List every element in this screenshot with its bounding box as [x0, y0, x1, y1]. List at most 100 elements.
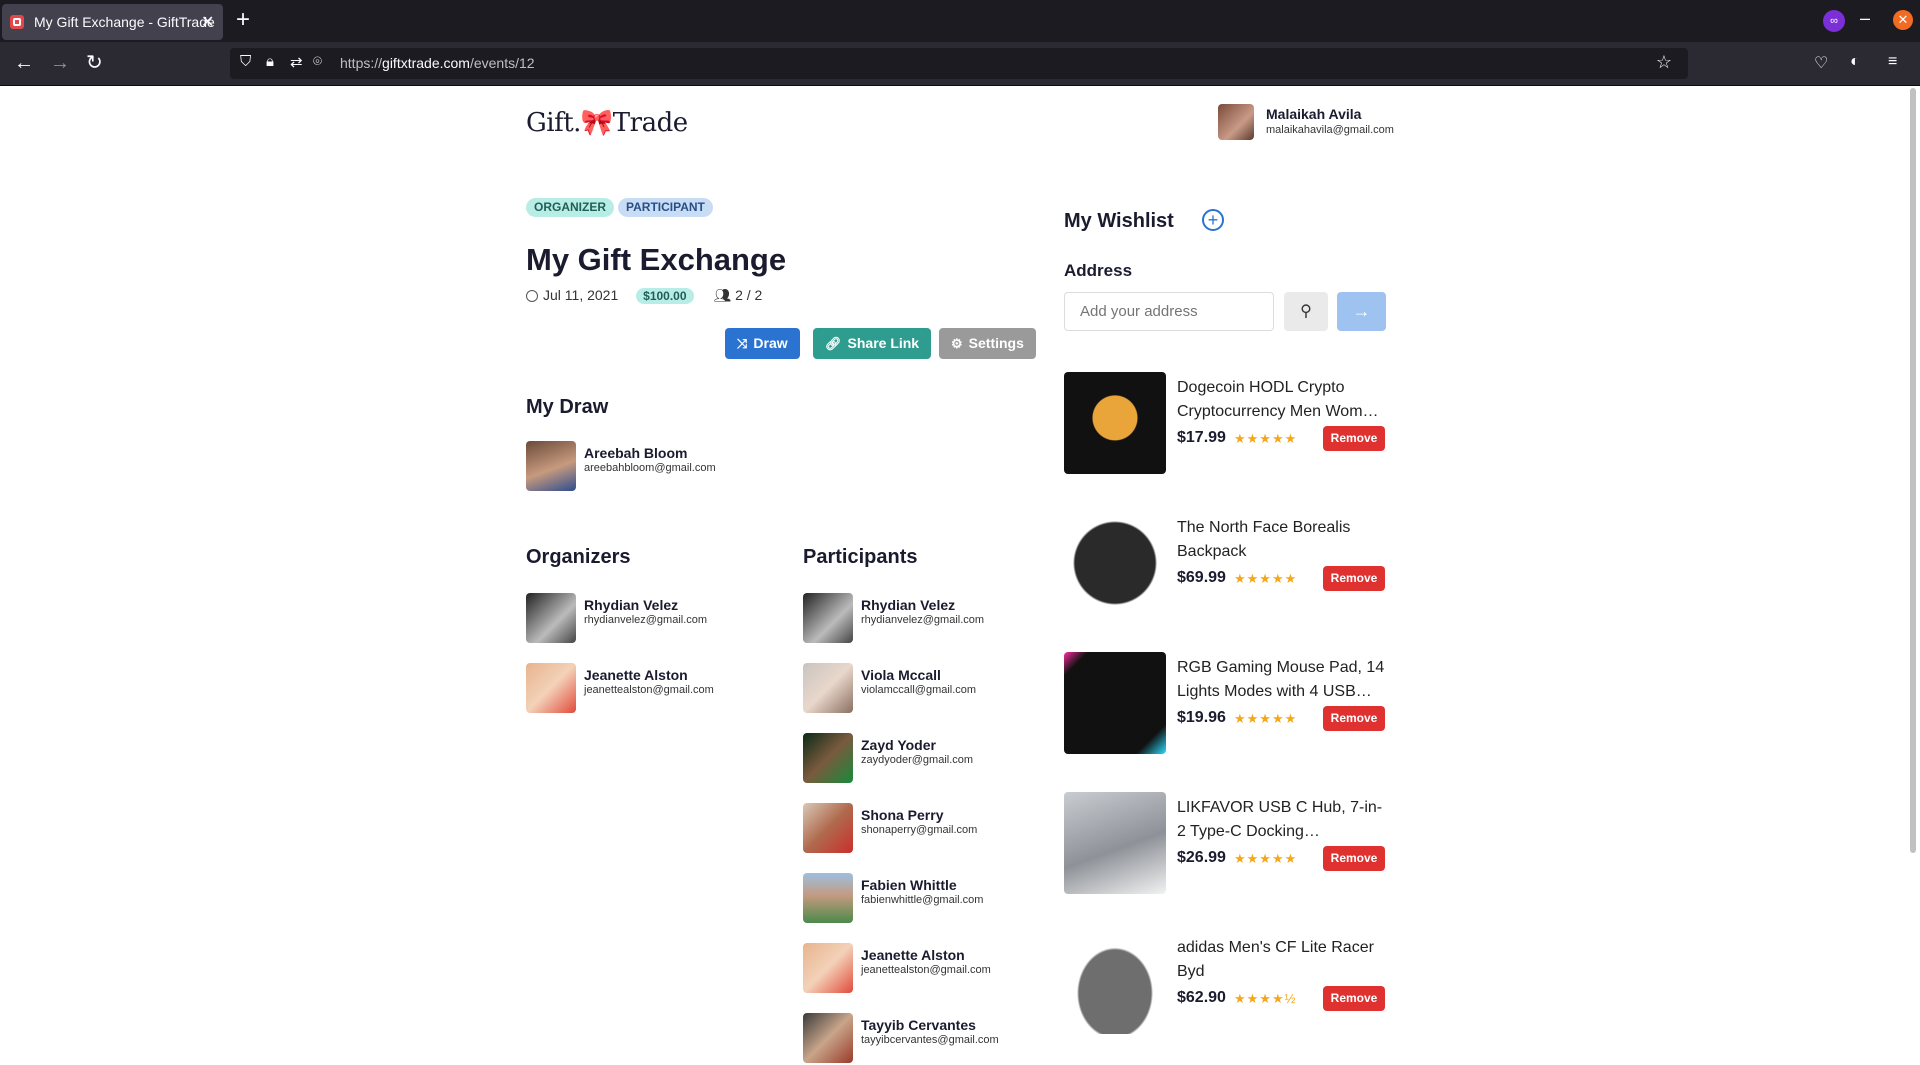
minimize-window-icon[interactable]: –	[1860, 8, 1870, 29]
person-email: jeanettealston@gmail.com	[861, 964, 991, 976]
bookmark-star-icon[interactable]: ☆	[1656, 52, 1672, 73]
product-image[interactable]	[1064, 512, 1166, 614]
remove-button[interactable]: Remove	[1323, 846, 1385, 871]
person-email: rhydianvelez@gmail.com	[861, 614, 985, 626]
submit-address-button[interactable]: →	[1337, 292, 1386, 331]
wishlist-item[interactable]: LIKFAVOR USB C Hub, 7-in-2 Type-C Dockin…	[1064, 792, 1386, 896]
reload-icon[interactable]: ↻	[86, 51, 103, 75]
wishlist-item[interactable]: Dogecoin HODL Crypto Cryptocurrency Men …	[1064, 372, 1386, 476]
product-image[interactable]	[1064, 792, 1166, 894]
person-email: fabienwhittle@gmail.com	[861, 894, 984, 906]
item-price: $26.99	[1177, 849, 1226, 866]
remove-button[interactable]: Remove	[1323, 986, 1385, 1011]
person-name: Rhydian Velez	[861, 597, 956, 613]
person-email: tayyibcervantes@gmail.com	[861, 1034, 999, 1046]
pocket-icon[interactable]: ♡	[1814, 53, 1828, 73]
wishlist-item[interactable]: The North Face Borealis Backpack $69.99 …	[1064, 512, 1386, 616]
shuffle-icon: ⤨	[737, 336, 748, 351]
draw-person[interactable]: Areebah Bloom areebahbloom@gmail.com	[526, 441, 786, 493]
avatar	[803, 733, 853, 783]
share-label: Share Link	[847, 335, 920, 351]
permissions-icon[interactable]: ⇄	[290, 53, 303, 71]
user-email: malaikahavila@gmail.com	[1266, 124, 1394, 136]
item-price: $62.90	[1177, 989, 1226, 1006]
user-name: Malaikah Avila	[1266, 106, 1362, 122]
lock-icon[interactable]: 🔒︎	[266, 53, 274, 70]
my-draw-heading: My Draw	[526, 396, 609, 418]
menu-icon[interactable]: ≡	[1888, 53, 1897, 71]
item-title[interactable]: The North Face Borealis Backpack	[1177, 516, 1385, 564]
url-text[interactable]: https://giftxtrade.com/events/12	[340, 55, 535, 71]
wishlist-item[interactable]: adidas Men's CF Lite Racer Byd $62.90 ★★…	[1064, 932, 1386, 1036]
page-content: Gift.🎀Trade Malaikah Avila malaikahavila…	[0, 86, 1920, 1063]
product-image[interactable]	[1064, 652, 1166, 754]
add-wishlist-item-button[interactable]: +	[1202, 209, 1224, 231]
participant-item[interactable]: Shona Perry shonaperry@gmail.com	[803, 803, 1063, 855]
address-label: Address	[1064, 261, 1133, 280]
item-title[interactable]: adidas Men's CF Lite Racer Byd	[1177, 936, 1385, 984]
participants-heading: Participants	[803, 546, 918, 568]
price-badge: $100.00	[636, 288, 694, 304]
remove-button[interactable]: Remove	[1323, 426, 1385, 451]
remove-button[interactable]: Remove	[1323, 706, 1385, 731]
participant-item[interactable]: Tayyib Cervantes tayyibcervantes@gmail.c…	[803, 1013, 1063, 1065]
tab-title: My Gift Exchange - GiftTrade	[34, 14, 215, 30]
product-image[interactable]	[1064, 932, 1166, 1034]
wishlist-heading: My Wishlist	[1064, 210, 1174, 232]
organizers-heading: Organizers	[526, 546, 631, 568]
item-title[interactable]: RGB Gaming Mouse Pad, 14 Lights Modes wi…	[1177, 656, 1385, 704]
participant-item[interactable]: Rhydian Velez rhydianvelez@gmail.com	[803, 593, 1063, 645]
participant-item[interactable]: Fabien Whittle fabienwhittle@gmail.com	[803, 873, 1063, 925]
participant-badge: PARTICIPANT	[618, 198, 713, 217]
item-title[interactable]: LIKFAVOR USB C Hub, 7-in-2 Type-C Dockin…	[1177, 796, 1385, 844]
participant-item[interactable]: Zayd Yoder zaydyoder@gmail.com	[803, 733, 1063, 785]
rating-stars: ★★★★½	[1234, 991, 1297, 1006]
person-email: shonaperry@gmail.com	[861, 824, 978, 836]
organizer-item[interactable]: Jeanette Alston jeanettealston@gmail.com	[526, 663, 786, 715]
remove-button[interactable]: Remove	[1323, 566, 1385, 591]
participant-item[interactable]: Jeanette Alston jeanettealston@gmail.com	[803, 943, 1063, 995]
forward-icon[interactable]: →	[50, 51, 70, 75]
settings-button[interactable]: ⚙ Settings	[939, 328, 1036, 359]
draw-label: Draw	[753, 335, 788, 351]
avatar	[803, 593, 853, 643]
browser-tab[interactable]: My Gift Exchange - GiftTrade ✕	[2, 4, 223, 40]
person-email: jeanettealston@gmail.com	[584, 684, 714, 696]
event-date: Jul 11, 2021	[543, 287, 619, 303]
product-image[interactable]	[1064, 372, 1166, 474]
new-tab-icon[interactable]: +	[236, 6, 250, 34]
close-window-icon[interactable]: ✕	[1893, 10, 1913, 30]
draw-button[interactable]: ⤨ Draw	[725, 328, 800, 359]
share-link-button[interactable]: 🔗︎ Share Link	[813, 328, 932, 359]
person-email: areebahbloom@gmail.com	[584, 462, 716, 474]
organizer-item[interactable]: Rhydian Velez rhydianvelez@gmail.com	[526, 593, 786, 645]
address-input[interactable]	[1064, 292, 1274, 331]
person-name: Jeanette Alston	[584, 667, 688, 683]
person-name: Shona Perry	[861, 807, 944, 823]
browser-tab-bar: My Gift Exchange - GiftTrade ✕ + ∞ – ✕	[0, 0, 1920, 42]
item-title[interactable]: Dogecoin HODL Crypto Cryptocurrency Men …	[1177, 376, 1385, 424]
person-email: rhydianvelez@gmail.com	[584, 614, 708, 626]
extension-avatar-icon[interactable]: ◐	[1850, 53, 1860, 71]
site-logo[interactable]: Gift.🎀Trade	[526, 108, 688, 138]
avatar	[803, 803, 853, 853]
participants-count: 2 / 2	[735, 287, 763, 303]
private-browsing-icon: ∞	[1823, 10, 1845, 32]
location-icon[interactable]: ⌾	[313, 53, 322, 70]
logo-text-right: Trade	[612, 108, 688, 138]
avatar	[526, 441, 576, 491]
back-icon[interactable]: ←	[14, 51, 34, 75]
browser-nav-bar: ← → ↻ ⛉ 🔒︎ ⇄ ⌾ https://giftxtrade.com/ev…	[0, 42, 1920, 86]
avatar	[803, 1013, 853, 1063]
address-bar[interactable]: ⛉ 🔒︎ ⇄ ⌾ https://giftxtrade.com/events/1…	[230, 48, 1688, 79]
participant-item[interactable]: Viola Mccall violamccall@gmail.com	[803, 663, 1063, 715]
close-tab-icon[interactable]: ✕	[201, 12, 214, 32]
link-icon: 🔗︎	[825, 336, 842, 351]
organizer-badge: ORGANIZER	[526, 198, 614, 217]
shield-icon[interactable]: ⛉	[240, 53, 251, 70]
person-name: Viola Mccall	[861, 667, 941, 683]
avatar	[526, 663, 576, 713]
location-pin-button[interactable]: ⚲	[1284, 292, 1328, 331]
avatar	[526, 593, 576, 643]
wishlist-item[interactable]: RGB Gaming Mouse Pad, 14 Lights Modes wi…	[1064, 652, 1386, 756]
